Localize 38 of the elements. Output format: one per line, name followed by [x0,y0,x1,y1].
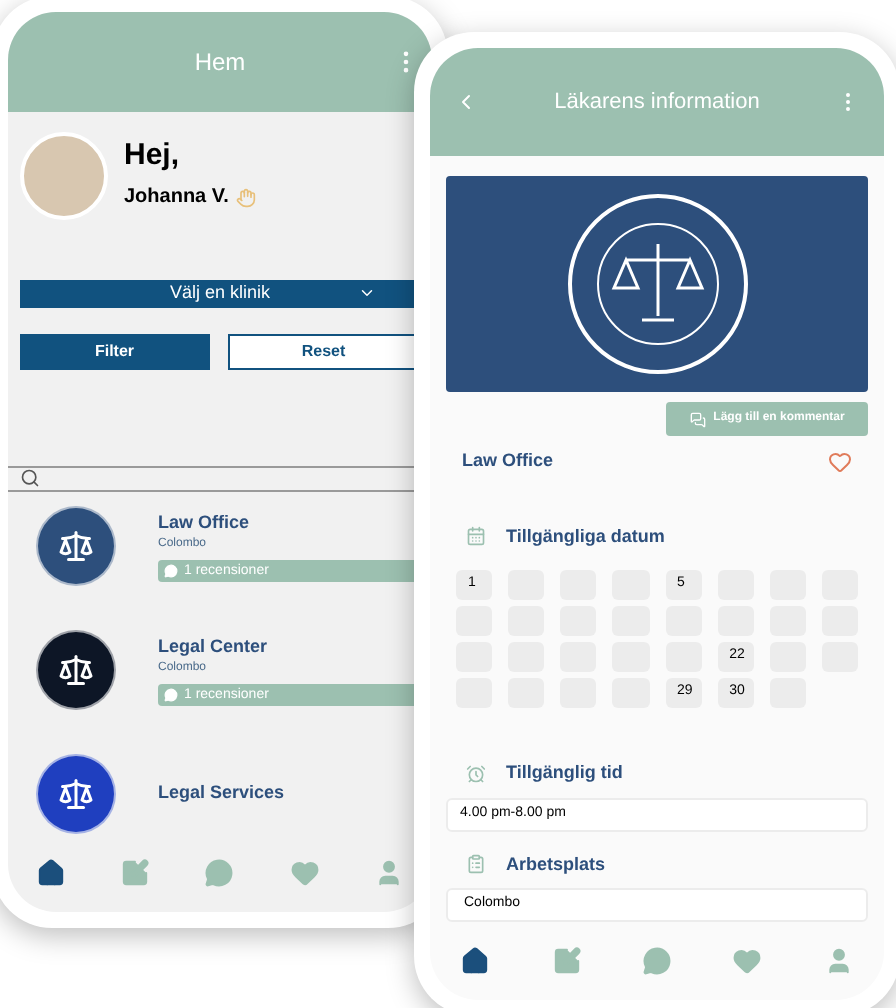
header-title: Hem [194,46,246,80]
logo-drawing [36,630,116,710]
clinic-name[interactable]: Law Office [158,509,420,537]
action-button[interactable]: Reset [227,333,420,369]
user-icon [823,946,854,976]
greeting-text: Hej, [124,140,182,170]
logo-drawing [36,506,116,586]
edit-icon [120,858,151,888]
section-title: Tillgängliga datum [506,523,665,550]
dropdown-value: Välj en klinik [169,280,271,306]
comment-icon [164,688,178,703]
home-icon [460,946,491,976]
edit-icon [551,946,582,976]
logo-drawing [36,754,116,834]
header-title: Läkarens information [554,87,760,118]
chat-icon [204,858,235,888]
chat-icon [641,946,672,976]
user-name: Johanna V. [124,184,229,212]
avatar-placeholder [20,132,108,220]
clipboard-icon [466,854,486,875]
comment-icon [164,564,178,579]
clinic-dropdown[interactable]: Välj en klinik [20,280,420,307]
comments-icon [689,411,706,427]
action-button[interactable]: Filter [20,333,209,369]
calendar-icon [466,526,486,547]
section-title: Arbetsplats [506,851,606,878]
user-icon [374,858,405,888]
office-name: Law Office [462,448,554,474]
heart-icon [289,858,320,888]
heart-icon [732,946,763,976]
alarm-clock-icon [466,763,486,784]
search-icon [20,468,40,489]
hand-icon [236,187,257,207]
heart-icon[interactable] [828,449,852,474]
section-title: Tillgänglig tid [506,760,623,786]
home-icon [35,858,66,888]
clinic-name[interactable]: Legal Services [158,780,420,808]
clinic-name[interactable]: Legal Center [158,633,420,661]
